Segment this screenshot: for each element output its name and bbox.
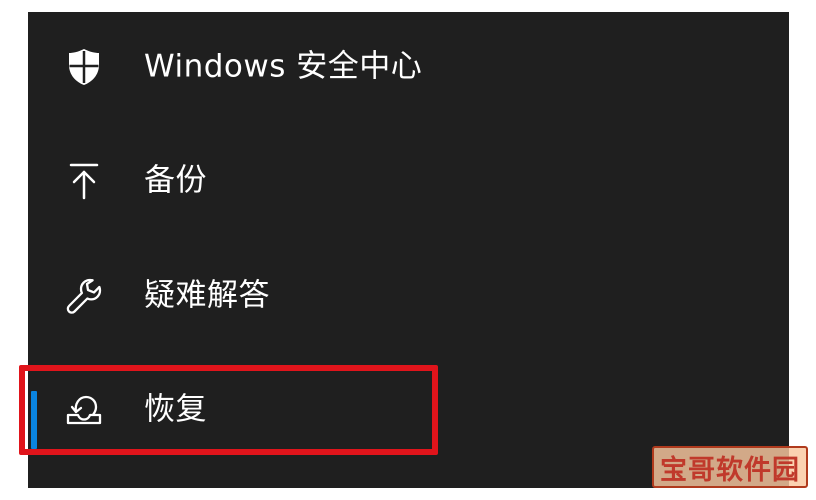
nav-item-troubleshoot[interactable]: 疑难解答 xyxy=(28,251,789,341)
nav-item-label: Windows 安全中心 xyxy=(144,48,423,85)
nav-item-recovery[interactable]: 恢复 xyxy=(28,365,789,455)
nav-item-label: 恢复 xyxy=(144,391,207,428)
recovery-icon xyxy=(64,390,104,430)
nav-item-label: 备份 xyxy=(144,162,207,199)
wrench-icon xyxy=(64,276,104,316)
settings-nav-panel: Windows 安全中心 备份 疑难解答 恢复 xyxy=(28,12,789,488)
nav-item-label: 疑难解答 xyxy=(144,277,270,314)
shield-icon xyxy=(64,47,104,87)
watermark-text: 宝哥软件园 xyxy=(660,454,800,486)
upload-arrow-icon xyxy=(64,161,104,201)
nav-item-backup[interactable]: 备份 xyxy=(28,136,789,226)
watermark: 宝哥软件园 xyxy=(652,446,808,488)
nav-item-windows-security[interactable]: Windows 安全中心 xyxy=(28,22,789,112)
selection-indicator xyxy=(31,391,37,449)
